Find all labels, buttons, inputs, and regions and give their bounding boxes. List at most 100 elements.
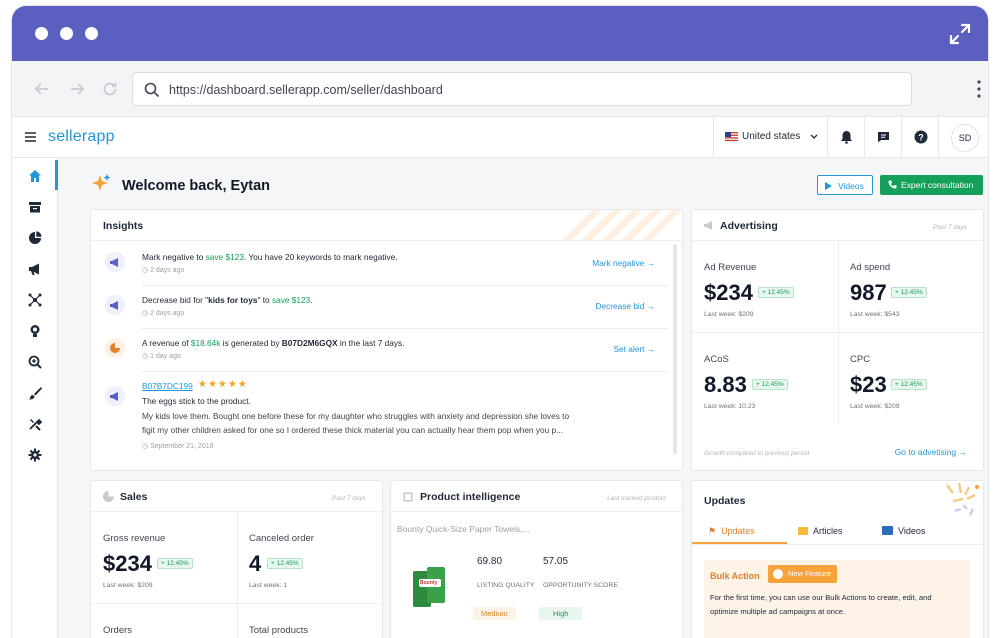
advertising-title: Advertising: [720, 220, 778, 232]
tab-updates[interactable]: ⚑ Updates: [708, 526, 755, 537]
home-icon[interactable]: [28, 169, 42, 183]
zoom-icon[interactable]: [28, 355, 42, 369]
forward-icon[interactable]: [67, 79, 87, 99]
brush-icon[interactable]: [28, 386, 42, 400]
insight-time: ◷ 1 day ago: [142, 353, 181, 360]
help-button[interactable]: ?: [902, 117, 939, 158]
network-icon[interactable]: [28, 293, 42, 307]
review-body-line: My kids love them. Bought one before the…: [142, 411, 570, 421]
review-body-line: figit my other children asked for one so…: [142, 425, 564, 435]
insight-item: Mark negative to save $123. You have 20 …: [91, 243, 671, 286]
opportunity-score-label: OPPORTUNITY SCORE: [543, 582, 618, 589]
window-dot[interactable]: [35, 27, 48, 40]
party-icon: ⚑: [708, 526, 717, 536]
bulk-action-panel: Bulk Action New Feature For the first ti…: [704, 560, 970, 638]
product-brand: Bounty: [420, 580, 438, 586]
review-date: ◷ September 21, 2018: [142, 443, 214, 450]
card-divider: [91, 240, 682, 241]
review-icon: [105, 386, 125, 406]
expand-icon[interactable]: [948, 22, 972, 46]
scrollbar[interactable]: [673, 244, 677, 454]
product-intelligence-card: Product intelligence Last tracked produc…: [390, 480, 683, 638]
card-divider: [692, 544, 983, 545]
address-bar-row: https://dashboard.sellerapp.com/seller/d…: [12, 61, 988, 117]
avatar[interactable]: SD: [951, 124, 979, 152]
tools-icon[interactable]: [28, 417, 42, 431]
tab-articles[interactable]: Articles: [798, 526, 843, 536]
phone-icon: [888, 180, 897, 189]
total-products-label: Total products: [249, 625, 309, 636]
go-to-advertising-link[interactable]: Go to advetising →: [895, 447, 967, 457]
opportunity-score-rating: High: [539, 607, 583, 620]
svg-text:?: ?: [918, 133, 924, 143]
product-name[interactable]: Bounty Quick-Size Paper Towels,...: [397, 524, 530, 534]
insight-time: ◷ 2 days ago: [142, 310, 185, 317]
card-divider: [391, 511, 682, 512]
review-item: B07B7DC199 ★★★★★ The eggs stick to the p…: [91, 372, 671, 452]
videos-button[interactable]: Videos: [817, 175, 873, 195]
sales-period: Past 7 days: [332, 495, 366, 502]
bulk-action-desc: For the first time, you can use our Bulk…: [710, 593, 932, 602]
window-dot[interactable]: [60, 27, 73, 40]
megaphone-icon: [704, 221, 712, 230]
grid-divider: [91, 603, 382, 604]
page-title: Welcome back, Eytan: [122, 178, 271, 194]
decrease-bid-link[interactable]: Decrease bid →: [596, 301, 656, 311]
insight-item: A revenue of $18.64k is generated by B07…: [91, 329, 671, 372]
app-logo[interactable]: sellerapp: [48, 128, 115, 146]
chat-icon: [878, 132, 889, 143]
insights-card: Insights Mark negative to save $123. You…: [90, 209, 683, 471]
gear-icon[interactable]: [28, 448, 42, 462]
set-alert-link[interactable]: Set alert →: [613, 344, 655, 354]
bell-icon: [841, 131, 852, 144]
browser-menu-icon[interactable]: [976, 79, 982, 99]
box-icon: [403, 492, 413, 502]
acos-metric: ACoS 8.83 + 12.45% Last week: 10.23: [692, 332, 838, 424]
listing-quality-value: 69.80: [477, 556, 503, 567]
advertising-period: Past 7 days: [933, 224, 967, 231]
window-titlebar: [12, 6, 988, 61]
product-image: Bounty: [413, 565, 453, 611]
product-intelligence-period: Last tracked product: [607, 495, 666, 502]
back-icon[interactable]: [32, 79, 52, 99]
country-selector[interactable]: United states: [713, 117, 828, 158]
gross-revenue-metric: Gross revenue $234 + 12.45% Last week: $…: [91, 511, 237, 603]
us-flag-icon: [725, 132, 738, 141]
change-badge: + 12.45%: [267, 558, 303, 569]
bulk-action-desc: optimize multiple ad campaigns at once.: [710, 607, 846, 616]
pie-chart-icon[interactable]: [28, 231, 42, 245]
article-icon: [798, 527, 808, 535]
archive-icon[interactable]: [28, 200, 42, 214]
help-icon: ?: [914, 130, 928, 144]
video-icon: [882, 526, 893, 535]
updates-card: Updates ⚑ Updates Articles Videos Bulk A…: [691, 480, 984, 638]
advertising-footnote: Growth compared to previous period: [704, 450, 810, 457]
pie-chart-icon: [103, 491, 114, 502]
lightbulb-icon[interactable]: [28, 324, 42, 338]
insight-icon: [105, 295, 125, 315]
megaphone-icon[interactable]: [28, 262, 42, 276]
window-dot[interactable]: [85, 27, 98, 40]
ad-revenue-metric: Ad Revenue $234 + 12.45% Last week: $209: [692, 240, 838, 332]
hamburger-icon[interactable]: [25, 132, 36, 142]
sparkle-icon: [92, 174, 111, 191]
change-badge: + 12.45%: [157, 558, 193, 569]
change-badge: + 12.45%: [891, 379, 927, 390]
mark-negative-link[interactable]: Mark negative →: [592, 258, 655, 268]
tab-videos[interactable]: Videos: [882, 526, 925, 536]
sales-title: Sales: [120, 491, 148, 503]
expert-consultation-button[interactable]: Expert consultation: [880, 175, 983, 195]
messages-button[interactable]: [865, 117, 902, 158]
url-field[interactable]: https://dashboard.sellerapp.com/seller/d…: [132, 72, 912, 106]
product-intelligence-title: Product intelligence: [420, 491, 521, 503]
active-tab-indicator: [692, 542, 787, 544]
decorative-stripes: [562, 210, 682, 240]
insight-time: ◷ 2 days ago: [142, 267, 185, 274]
notifications-button[interactable]: [828, 117, 865, 158]
reload-icon[interactable]: [100, 79, 120, 99]
expert-button-label: Expert consultation: [901, 180, 974, 190]
review-asin-link[interactable]: B07B7DC199: [142, 381, 193, 391]
sidebar-active-indicator: [55, 160, 58, 190]
megaphone-icon: [110, 301, 118, 310]
listing-quality-rating: Medium: [473, 607, 516, 620]
